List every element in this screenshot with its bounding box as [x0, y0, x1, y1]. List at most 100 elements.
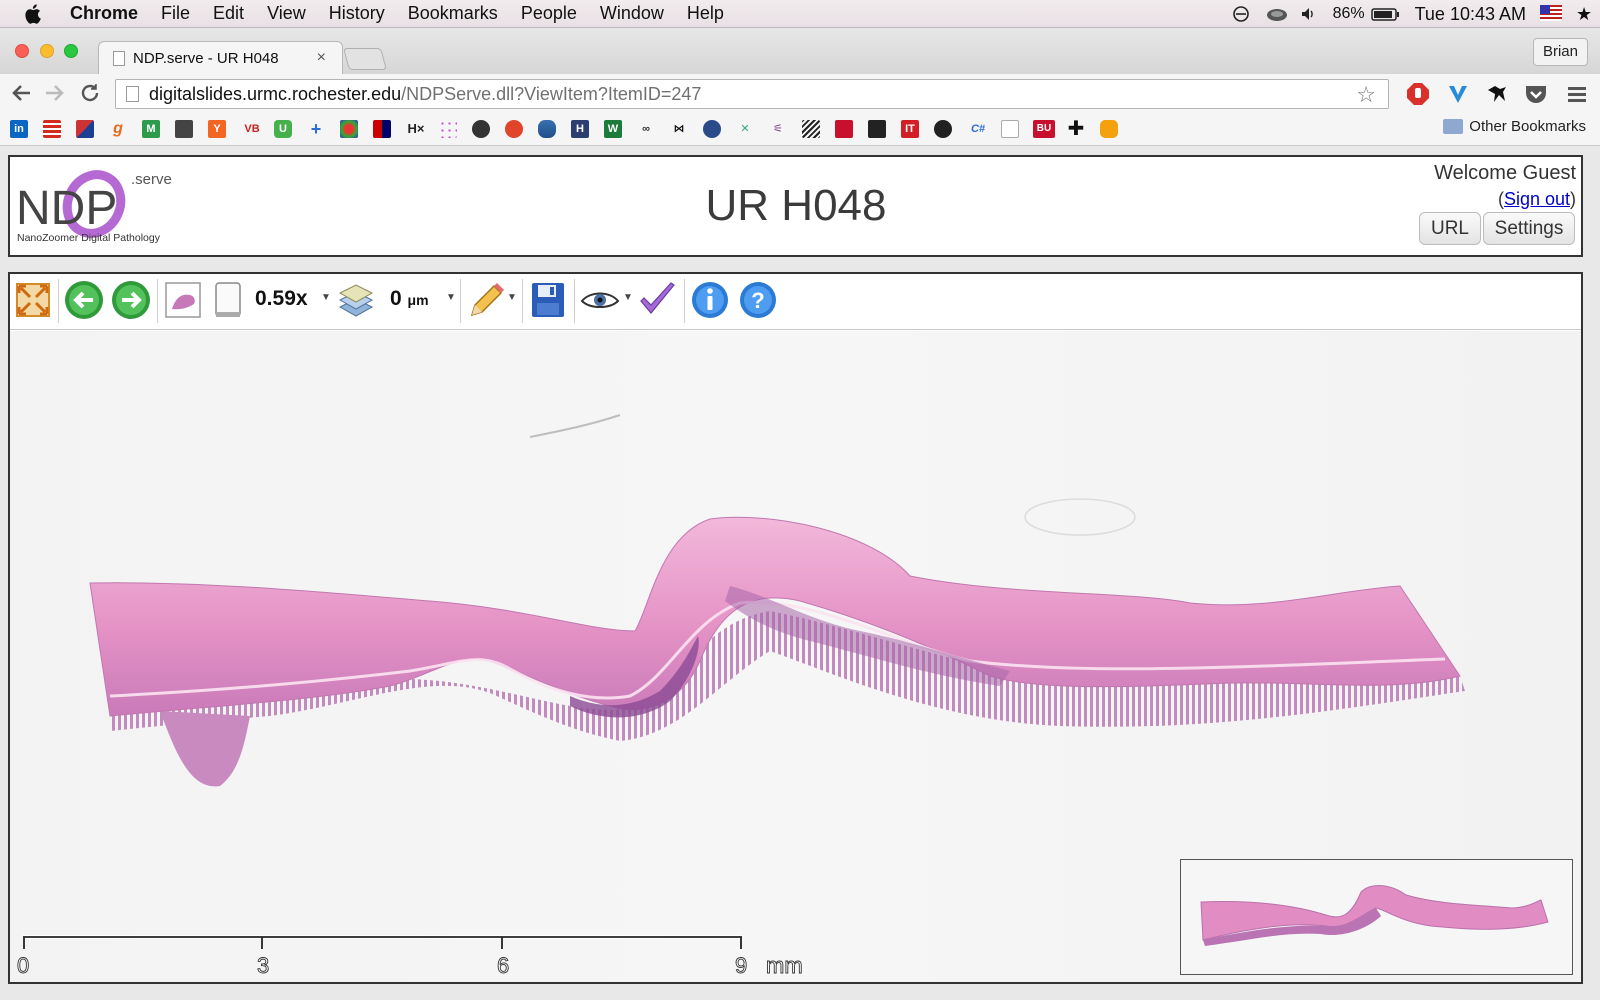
window-zoom-button[interactable]: [64, 44, 78, 58]
zoom-dropdown-icon[interactable]: ▼: [321, 292, 331, 303]
focus-dropdown-icon[interactable]: ▼: [446, 292, 456, 303]
next-arrow-icon[interactable]: [111, 279, 151, 321]
sign-out-link[interactable]: Sign out: [1504, 189, 1570, 209]
bookmark-linkedin-icon[interactable]: in: [10, 120, 28, 138]
bookmark-grid-icon[interactable]: [373, 120, 391, 138]
bookmark-news-icon[interactable]: [175, 120, 193, 138]
save-disk-icon[interactable]: [528, 279, 568, 321]
slide-thumbnail-icon[interactable]: [163, 279, 203, 321]
back-arrow-icon[interactable]: [10, 82, 32, 104]
bookmark-cross-icon[interactable]: ✚: [1067, 119, 1085, 139]
bookmark-chart-icon[interactable]: [835, 120, 853, 138]
pocket-icon[interactable]: [1524, 82, 1548, 106]
menu-view[interactable]: View: [267, 3, 306, 24]
annotation-dropdown-icon[interactable]: ▼: [507, 292, 517, 303]
adblock-extension-icon[interactable]: [1406, 82, 1430, 106]
bookmark-tomato-icon[interactable]: [505, 120, 523, 138]
battery-icon[interactable]: [1370, 5, 1401, 23]
menu-help[interactable]: Help: [687, 3, 724, 24]
zoom-level[interactable]: 0.59x: [255, 287, 308, 311]
bookmark-bu-icon[interactable]: BU: [1033, 120, 1055, 138]
new-tab-button[interactable]: [343, 48, 387, 70]
profile-button[interactable]: Brian: [1532, 38, 1588, 66]
extension-bird-icon[interactable]: [1485, 82, 1509, 106]
volume-icon[interactable]: [1299, 5, 1319, 23]
bookmark-csharp-icon[interactable]: C#: [967, 120, 989, 138]
bookmark-g-icon[interactable]: g: [109, 120, 127, 138]
battery-percent: 86%: [1332, 5, 1365, 22]
previous-arrow-icon[interactable]: [64, 279, 104, 321]
help-icon[interactable]: ?: [738, 279, 778, 321]
bookmark-ycombinator-icon[interactable]: Y: [208, 120, 226, 138]
apple-icon[interactable]: [24, 3, 46, 25]
menu-window[interactable]: Window: [600, 3, 664, 24]
bookmark-lines-icon[interactable]: [802, 120, 820, 138]
ndp-serve-logo[interactable]: NDP .serve NanoZoomer Digital Pathology: [16, 166, 174, 246]
slide-label-icon[interactable]: [208, 279, 248, 321]
browser-tab-active[interactable]: NDP.serve - UR H048 ×: [98, 41, 343, 75]
bookmark-globe-icon[interactable]: [934, 120, 952, 138]
bookmark-molecule-icon[interactable]: ✕: [736, 120, 754, 138]
toolbar-separator: [574, 279, 575, 323]
window-minimize-button[interactable]: [40, 44, 54, 58]
menu-people[interactable]: People: [521, 3, 577, 24]
window-close-button[interactable]: [15, 44, 29, 58]
extension-v-icon[interactable]: [1446, 82, 1470, 106]
toolbar-separator: [460, 279, 461, 323]
bookmark-red-stripes-icon[interactable]: [43, 120, 61, 138]
focus-layers-icon[interactable]: [336, 279, 376, 321]
bookmark-plus-icon[interactable]: +: [307, 120, 325, 138]
tab-title: NDP.serve - UR H048: [133, 50, 279, 67]
bookmark-it-icon[interactable]: IT: [901, 120, 919, 138]
bookmark-feather-icon[interactable]: ⚟: [769, 120, 787, 138]
focus-value[interactable]: 0 μm: [390, 287, 429, 311]
bookmark-bowtie-icon[interactable]: ⋈: [670, 120, 688, 138]
settings-button[interactable]: Settings: [1483, 212, 1575, 245]
bookmark-star-icon[interactable]: ☆: [1356, 82, 1376, 108]
reload-icon[interactable]: [79, 82, 101, 104]
cloud-sync-icon[interactable]: [1265, 5, 1287, 23]
bookmark-green-m-icon[interactable]: M: [142, 120, 160, 138]
info-icon[interactable]: [690, 279, 730, 321]
bookmark-database-icon[interactable]: [538, 120, 556, 138]
bookmark-hx-icon[interactable]: H×: [404, 120, 428, 138]
view-dropdown-icon[interactable]: ▼: [623, 292, 633, 303]
forward-arrow-icon[interactable]: [44, 82, 66, 104]
us-flag-icon[interactable]: [1540, 5, 1562, 23]
checkmark-icon[interactable]: [637, 279, 677, 321]
menu-edit[interactable]: Edit: [213, 3, 244, 24]
bookmark-dark-icon[interactable]: [868, 120, 886, 138]
bookmark-h-icon[interactable]: H: [571, 120, 589, 138]
do-not-disturb-icon[interactable]: [1231, 5, 1251, 23]
menubar-clock[interactable]: Tue 10:43 AM: [1415, 4, 1526, 25]
bookmark-chain-icon[interactable]: ∞: [637, 120, 655, 138]
view-eye-icon[interactable]: [580, 279, 620, 321]
menu-app-chrome[interactable]: Chrome: [70, 3, 138, 24]
bookmarks-bar: [0, 112, 1600, 146]
bookmark-blob-icon[interactable]: [703, 120, 721, 138]
bookmark-app-icon[interactable]: [472, 120, 490, 138]
tab-close-icon[interactable]: ×: [317, 49, 326, 67]
bookmark-vb-icon[interactable]: VB: [241, 120, 263, 138]
menu-file[interactable]: File: [161, 3, 190, 24]
chrome-menu-icon[interactable]: [1566, 82, 1590, 106]
bookmark-hexagon-icon[interactable]: [1100, 120, 1118, 138]
bookmark-page-icon[interactable]: [1001, 120, 1019, 138]
bookmark-dots-icon[interactable]: [439, 120, 457, 138]
menu-bookmarks[interactable]: Bookmarks: [408, 3, 498, 24]
signout-line: (Sign out): [1497, 189, 1576, 209]
menu-history[interactable]: History: [329, 3, 385, 24]
bookmark-bofa-icon[interactable]: [76, 120, 94, 138]
bookmark-w-icon[interactable]: W: [604, 120, 622, 138]
fit-to-screen-icon[interactable]: [13, 279, 53, 321]
star-menu-icon[interactable]: ★: [1576, 5, 1592, 23]
folder-icon: [1443, 119, 1464, 134]
bookmark-u-icon[interactable]: U: [274, 120, 292, 138]
url-button[interactable]: URL: [1419, 212, 1481, 245]
annotation-pencil-icon[interactable]: [466, 279, 506, 321]
bookmark-pinwheel-icon[interactable]: [340, 120, 358, 138]
address-bar[interactable]: digitalslides.urmc.rochester.edu/NDPServ…: [115, 79, 1389, 109]
navigator-thumbnail[interactable]: [1180, 859, 1573, 975]
page-info-icon[interactable]: [126, 86, 139, 102]
other-bookmarks-folder[interactable]: Other Bookmarks: [1443, 118, 1586, 135]
